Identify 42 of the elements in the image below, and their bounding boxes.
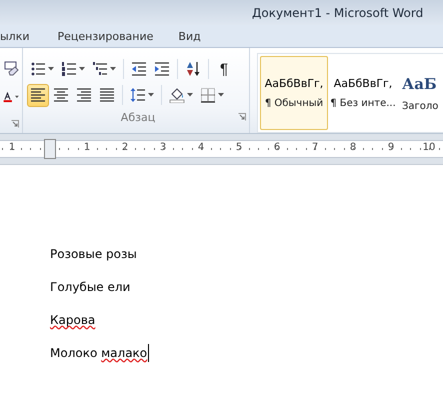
ribbon-button[interactable]	[27, 84, 49, 106]
document-paragraph: Голубые ели	[50, 279, 130, 296]
increase-indent-icon	[154, 61, 170, 77]
align-center-icon	[53, 87, 69, 103]
style-item[interactable]: АаБбВвГг, ¶ Без инте...	[329, 56, 397, 130]
ruler-number: 7	[312, 142, 318, 153]
caret-icon	[187, 93, 193, 97]
multilevel-list-icon	[92, 61, 108, 77]
show-marks-button[interactable]: ¶	[213, 58, 235, 80]
caret-icon	[148, 93, 154, 97]
window-title: Документ1 - Microsoft Word	[252, 6, 424, 20]
dialog-launcher-icon[interactable]	[11, 120, 19, 128]
ruler-number: 6	[274, 142, 280, 153]
paint-bucket-icon	[169, 87, 185, 103]
document-paragraph: Молоко малако	[50, 344, 150, 362]
ribbon-tab[interactable]: Рецензирование	[58, 30, 154, 42]
ribbon-tab[interactable]: Вид	[178, 30, 201, 42]
justify-icon	[99, 87, 115, 103]
style-item[interactable]: АаБбВвГг, ¶ Обычный	[260, 56, 328, 130]
caret-icon	[79, 67, 85, 71]
document-paragraph: Карова	[50, 312, 96, 329]
style-item[interactable]: АаБ Заголо	[398, 56, 443, 130]
numbered-list-icon	[61, 61, 77, 77]
caret-icon	[110, 67, 116, 71]
group-label: Абзац	[120, 110, 156, 124]
ribbon-tab[interactable]: ылки	[0, 30, 30, 42]
borders-icon	[200, 87, 216, 103]
line-spacing-icon	[130, 87, 146, 103]
align-right-icon	[76, 87, 92, 103]
bullet-list-icon	[30, 61, 46, 77]
eraser-icon	[3, 60, 19, 76]
dialog-launcher-icon[interactable]	[238, 113, 246, 121]
ruler-number: 8	[350, 142, 356, 153]
sort-icon	[185, 61, 201, 77]
caret-icon	[218, 93, 224, 97]
align-left-icon	[30, 87, 46, 103]
decrease-indent-icon	[131, 61, 147, 77]
caret-icon	[15, 94, 19, 98]
document-paragraph: Розовые розы	[50, 246, 137, 263]
ruler-number: 10	[422, 142, 436, 153]
caret-icon	[48, 67, 54, 71]
indent-marker[interactable]	[44, 139, 56, 159]
